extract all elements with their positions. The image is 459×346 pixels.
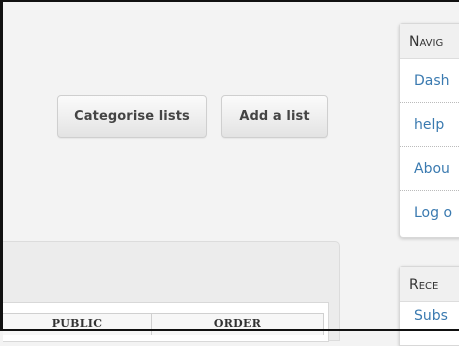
nav-item-help[interactable]: help xyxy=(400,103,459,147)
navigation-title: Navig xyxy=(400,24,459,59)
column-header-order[interactable]: ORDER xyxy=(152,313,324,335)
recent-item-subscriptions[interactable]: Subs xyxy=(400,302,459,330)
add-list-button[interactable]: Add a list xyxy=(221,95,328,138)
nav-item-dashboard[interactable]: Dash xyxy=(400,59,459,103)
nav-item-about[interactable]: Abou xyxy=(400,147,459,191)
recent-title: Rece xyxy=(400,267,459,302)
recent-panel: Rece Subs xyxy=(399,266,459,346)
categorise-lists-button[interactable]: Categorise lists xyxy=(57,95,207,138)
lists-table: PUBLIC ORDER xyxy=(3,302,329,342)
navigation-panel: Navig Dash help Abou Log o xyxy=(399,23,459,238)
column-header-public[interactable]: PUBLIC xyxy=(3,313,152,335)
nav-item-log-out[interactable]: Log o xyxy=(400,191,459,235)
